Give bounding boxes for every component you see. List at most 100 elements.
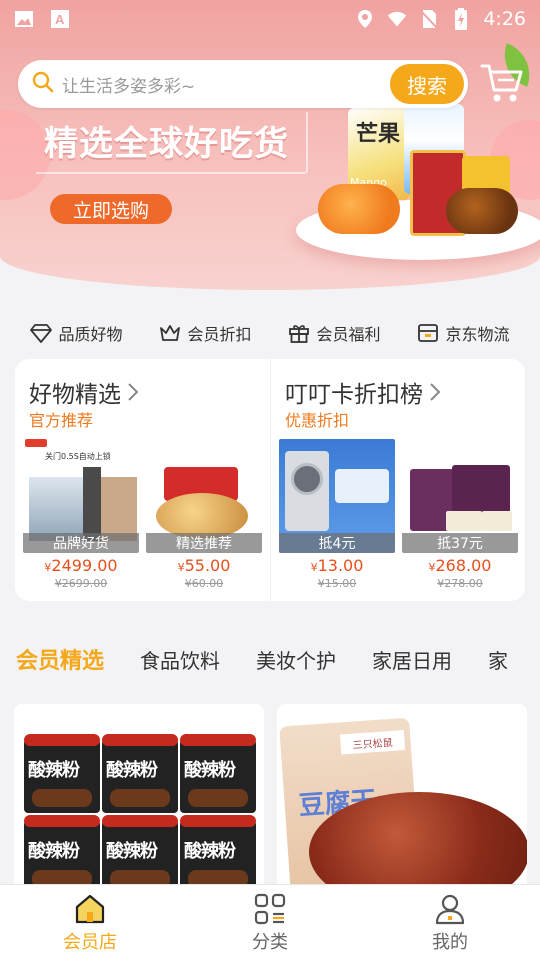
- tab-member-picks[interactable]: 会员精选: [16, 643, 104, 675]
- no-sim-icon: [419, 9, 439, 29]
- nav-member-store[interactable]: 会员店: [0, 885, 180, 960]
- nav-label: 我的: [432, 931, 468, 953]
- banner-shop-now-button[interactable]: 立即选购: [50, 194, 172, 224]
- promo-tag: 抵4元: [279, 533, 395, 553]
- svg-text:A: A: [55, 12, 65, 27]
- feature-label: 会员折扣: [187, 325, 252, 344]
- lock-image: [83, 467, 101, 541]
- product-card[interactable]: 酸辣粉 酸辣粉 酸辣粉 酸辣粉 酸辣粉 酸辣粉: [14, 704, 264, 894]
- promo-subtitle: 官方推荐: [29, 411, 94, 430]
- noodle-bowl: 酸辣粉: [24, 815, 100, 894]
- wifi-icon: [387, 9, 407, 29]
- image-icon: [14, 9, 34, 29]
- promo-title-text: 好物精选: [29, 382, 121, 408]
- product-image: 精选推荐: [146, 439, 262, 553]
- noodle-bowl: 酸辣粉: [102, 734, 178, 813]
- promo-title-text: 叮叮卡折扣榜: [285, 382, 423, 408]
- promo-title[interactable]: 叮叮卡折扣榜: [285, 375, 441, 409]
- price-value: 13.00: [317, 556, 364, 575]
- category-icon: [254, 893, 286, 924]
- feature-label: 会员福利: [316, 325, 381, 344]
- feature-label: 京东物流: [445, 325, 510, 344]
- product-label: 酸辣粉: [106, 841, 158, 862]
- bottom-nav: 会员店 分类 我的: [0, 884, 540, 960]
- promo-item[interactable]: 抵37元 ¥268.00 ¥278.00: [402, 439, 518, 590]
- product-caption: 关门0.5S自动上锁: [45, 452, 111, 461]
- clock: 4:26: [483, 8, 526, 30]
- search-button[interactable]: 搜索: [390, 64, 464, 104]
- product-image: 抵4元: [279, 439, 395, 553]
- product-image: 酸辣粉 酸辣粉 酸辣粉 酸辣粉 酸辣粉 酸辣粉: [24, 734, 256, 894]
- promo-card: 好物精选 官方推荐 关门0.5S自动上锁 品牌好货 ¥2499.00 ¥2699…: [15, 359, 525, 601]
- cart-icon[interactable]: [480, 62, 528, 106]
- product-label: 酸辣粉: [184, 841, 236, 862]
- feature-member-benefit: 会员福利: [288, 321, 381, 345]
- box-icon: [418, 324, 439, 342]
- promo-item[interactable]: 抵4元 ¥13.00 ¥15.00: [279, 439, 395, 590]
- banner-bowl-orange: [318, 184, 400, 234]
- promo-card-discount[interactable]: 叮叮卡折扣榜 优惠折扣 抵4元 ¥13.00 ¥15.00 抵37元 ¥268.…: [270, 359, 525, 601]
- promo-tag: 品牌好货: [23, 533, 139, 553]
- original-price-value: 15.00: [324, 577, 357, 590]
- original-price-value: 278.00: [444, 577, 483, 590]
- feature-quality: 品质好物: [30, 321, 123, 345]
- original-price-value: 2699.00: [61, 577, 108, 590]
- status-bar: A 4:26: [0, 0, 540, 38]
- original-price: ¥278.00: [402, 577, 518, 590]
- banner-title: 精选全球好吃货: [44, 124, 289, 164]
- washer-door: [291, 463, 323, 495]
- price: ¥13.00: [279, 556, 395, 575]
- nav-label: 会员店: [63, 931, 117, 953]
- nav-category[interactable]: 分类: [180, 885, 360, 960]
- hero-banner[interactable]: 精选全球好吃货 立即选购 芒果 Mango: [0, 0, 540, 290]
- original-price-value: 60.00: [191, 577, 224, 590]
- search-bar[interactable]: 让生活多姿多彩~ 搜索: [18, 60, 468, 108]
- promo-subtitle: 优惠折扣: [285, 411, 350, 430]
- price-value: 55.00: [184, 556, 231, 575]
- noodle-bowl: 酸辣粉: [102, 815, 178, 894]
- tab-more[interactable]: 家: [488, 645, 508, 674]
- product-label: 酸辣粉: [106, 760, 158, 781]
- currency: ¥: [310, 561, 318, 574]
- noodle-bowl: 酸辣粉: [180, 734, 256, 813]
- product-image: 抵37元: [402, 439, 518, 553]
- product-label: 酸辣粉: [28, 841, 80, 862]
- promo-good-picks[interactable]: 好物精选 官方推荐 关门0.5S自动上锁 品牌好货 ¥2499.00 ¥2699…: [15, 359, 270, 601]
- brand-label: 三只松鼠: [339, 730, 406, 755]
- promo-item[interactable]: 精选推荐 ¥55.00 ¥60.00: [146, 439, 262, 590]
- price-value: 268.00: [435, 556, 492, 575]
- location-icon: [355, 9, 375, 29]
- price: ¥268.00: [402, 556, 518, 575]
- nav-profile[interactable]: 我的: [360, 885, 540, 960]
- battery-charging-icon: [451, 8, 471, 30]
- tab-home[interactable]: 家居日用: [372, 645, 452, 674]
- detergent-pack: [335, 469, 389, 503]
- feature-label: 品质好物: [58, 325, 123, 344]
- tab-food-drinks[interactable]: 食品饮料: [140, 645, 220, 674]
- product-card[interactable]: 三只松鼠 豆腐干: [277, 704, 527, 894]
- price: ¥55.00: [146, 556, 262, 575]
- diamond-icon: [30, 324, 53, 343]
- category-tabs: 会员精选 食品饮料 美妆个护 家居日用 家: [0, 634, 540, 684]
- feature-row: 品质好物 会员折扣 会员福利 京东物流: [0, 316, 540, 350]
- crown-icon: [160, 325, 181, 341]
- currency: ¥: [177, 561, 185, 574]
- tea-cup-image: [482, 511, 512, 531]
- currency: ¥: [184, 577, 192, 590]
- mango-label: 芒果: [356, 121, 401, 147]
- tea-cup-image: [446, 511, 482, 531]
- brand-logo: [25, 439, 47, 447]
- text-icon: A: [50, 9, 70, 29]
- tab-beauty[interactable]: 美妆个护: [256, 645, 336, 674]
- product-label: 酸辣粉: [184, 760, 236, 781]
- original-price: ¥15.00: [279, 577, 395, 590]
- original-price: ¥60.00: [146, 577, 262, 590]
- feature-jd-logistics: 京东物流: [417, 321, 510, 345]
- currency: ¥: [317, 577, 325, 590]
- noodle-bowl: 酸辣粉: [180, 815, 256, 894]
- home-icon: [75, 894, 105, 923]
- promo-title[interactable]: 好物精选: [29, 375, 139, 409]
- chevron-right-icon: [128, 383, 139, 401]
- currency: ¥: [428, 561, 436, 574]
- promo-item[interactable]: 关门0.5S自动上锁 品牌好货 ¥2499.00 ¥2699.00: [23, 439, 139, 590]
